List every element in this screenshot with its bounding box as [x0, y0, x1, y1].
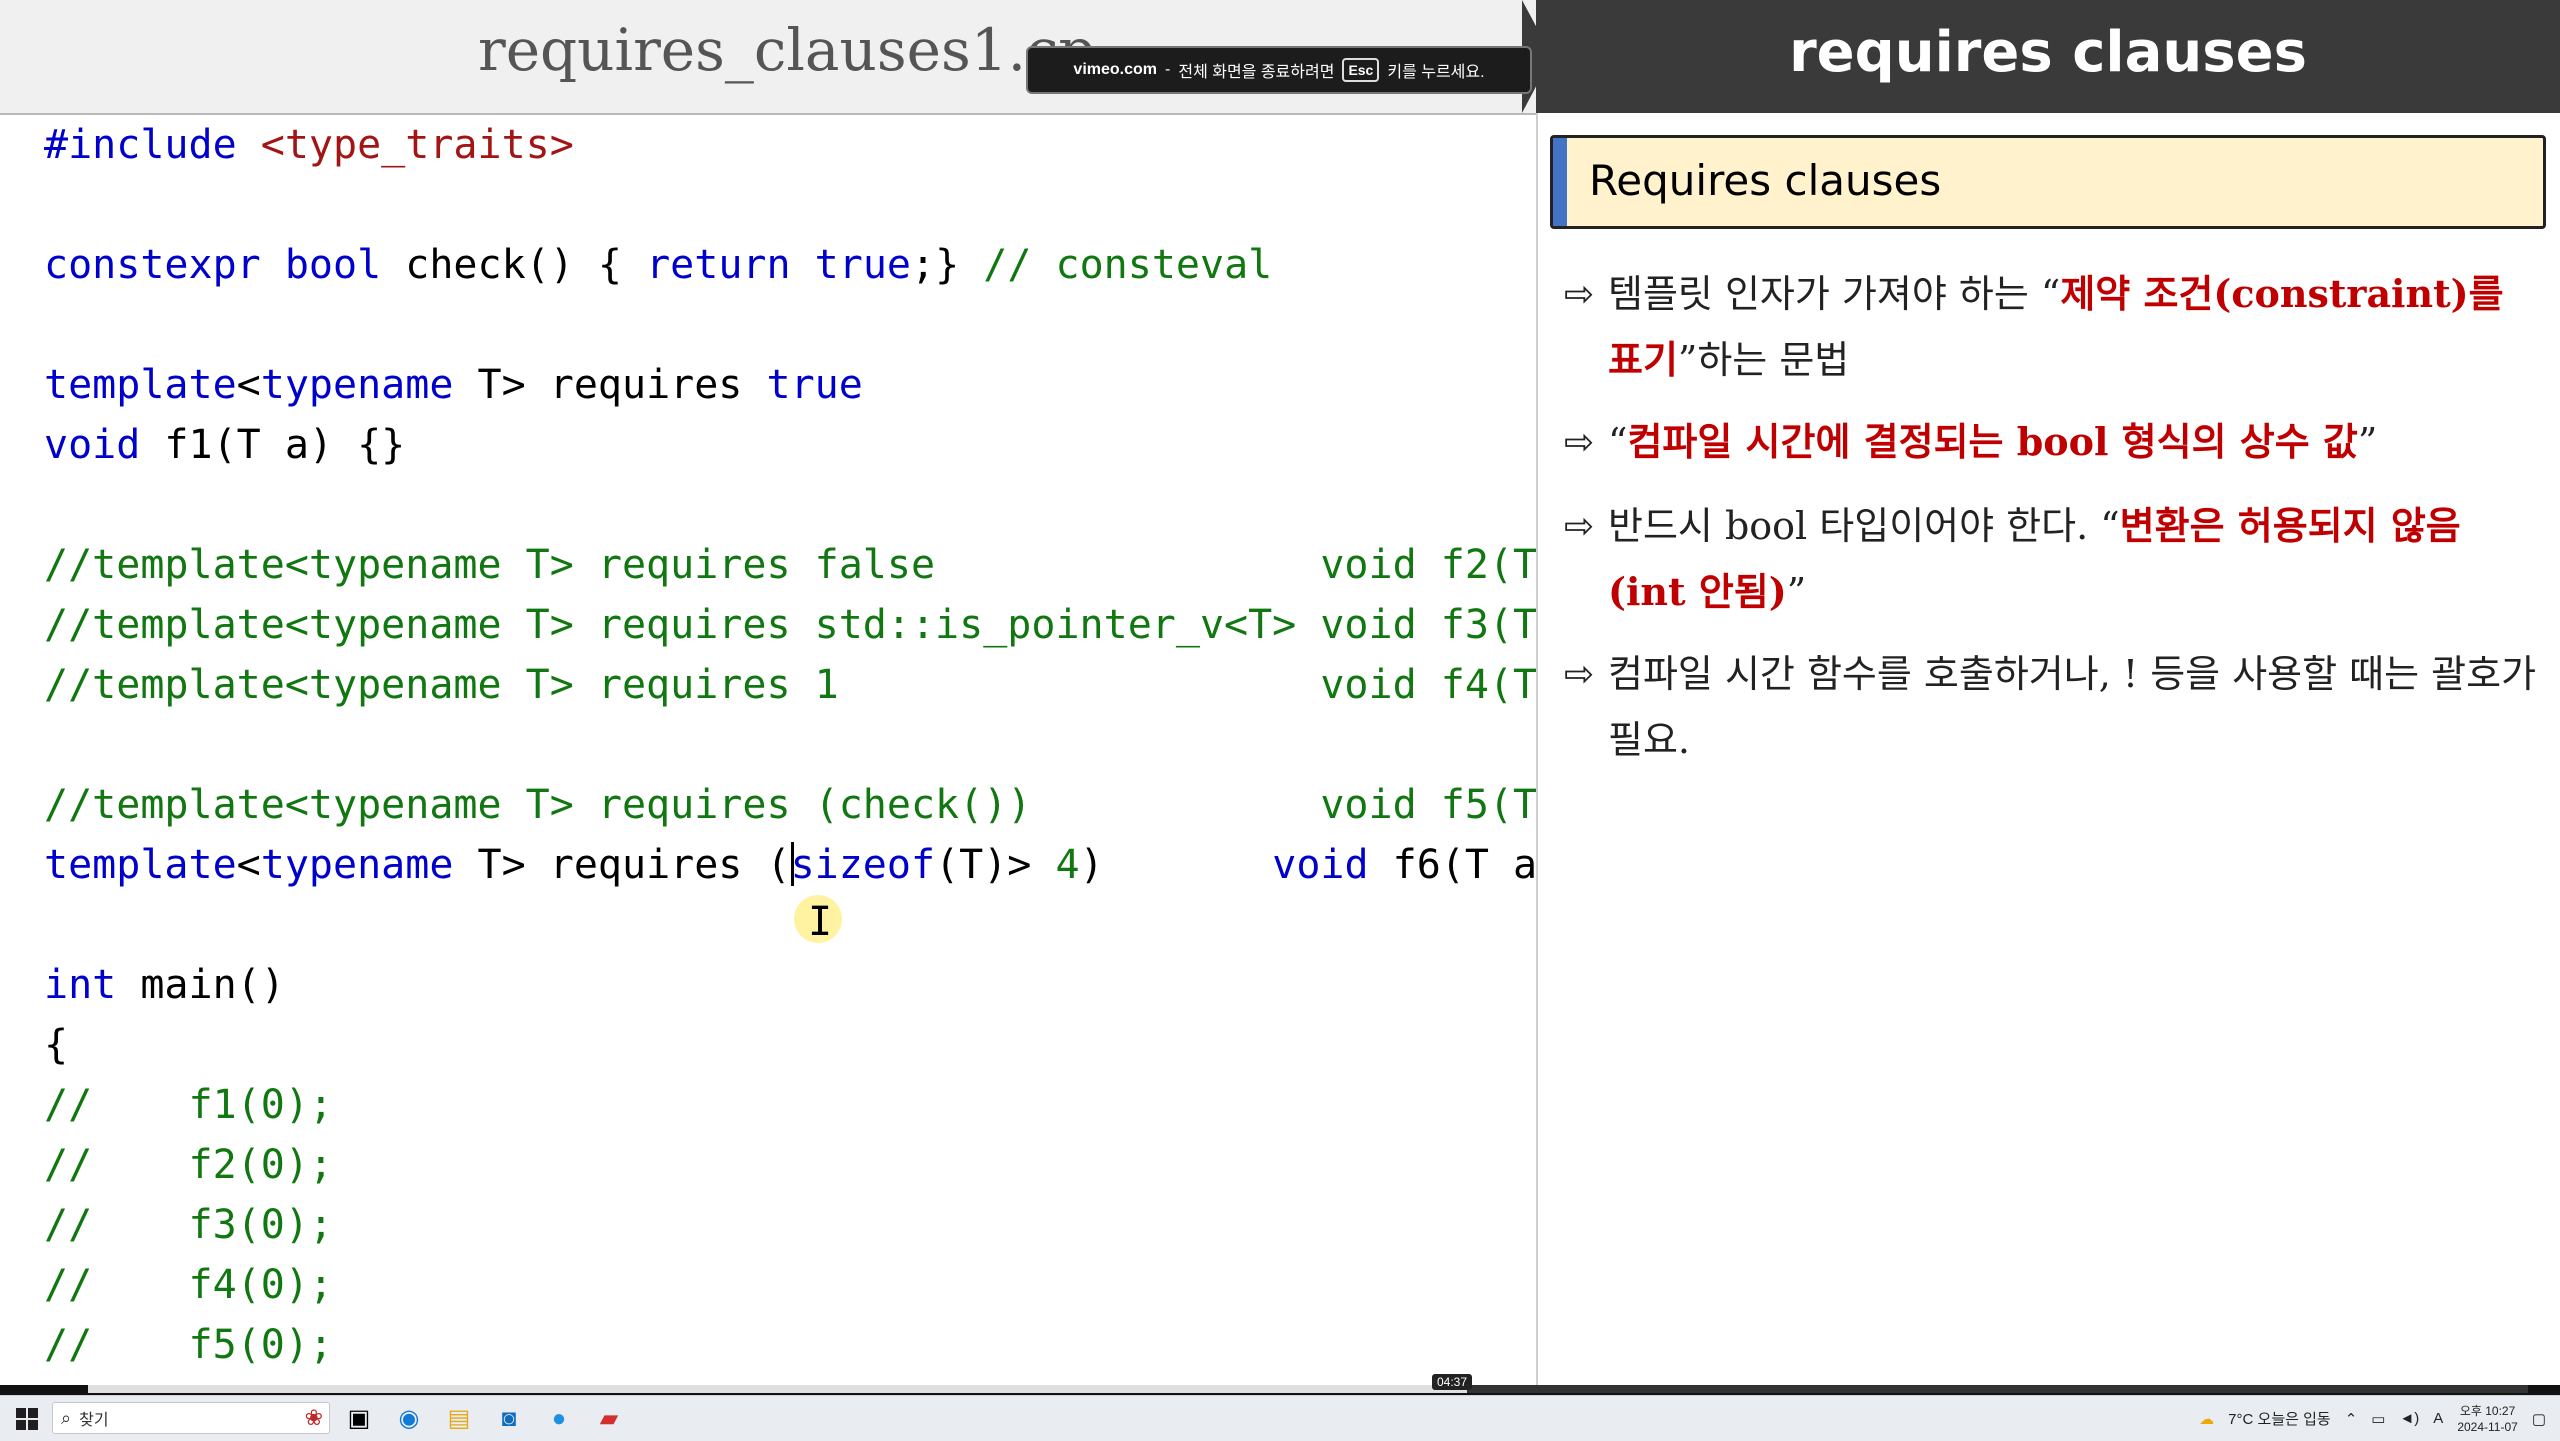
code-line-main: int main()	[44, 962, 285, 1008]
notification-icon[interactable]: ▢	[2532, 1410, 2546, 1428]
start-button[interactable]	[10, 1396, 44, 1441]
code-line-call-f2: // f2(0);	[44, 1142, 333, 1188]
search-icon: ⌕	[61, 1407, 72, 1428]
clock[interactable]: 오후 10:27 2024-11-07	[2457, 1403, 2518, 1435]
video-time-tooltip: 04:37	[1432, 1374, 1473, 1390]
vimeo-site-label: vimeo.com	[1073, 61, 1158, 78]
slide-bullet-1: ⇨ 템플릿 인자가 가져야 하는 “제약 조건(constraint)를 표기”…	[1564, 261, 2544, 393]
progress-fill	[88, 1385, 1467, 1393]
code-line-include: #include <type_traits>	[44, 122, 574, 168]
code-line-f4-comment: //template<typename T> requires 1 void f…	[44, 662, 1536, 708]
outlook-icon[interactable]: ◙	[486, 1396, 532, 1441]
search-label: 찾기	[79, 1412, 109, 1429]
progress-track[interactable]	[88, 1385, 2528, 1393]
windows-taskbar: ⌕ 찾기 ❀ ▣ ◉ ▤ ◙ ● ▰ ☁ 7°C 오늘은 입동 ⌃ ▭ ◄) A…	[0, 1395, 2560, 1441]
arrow-bullet-icon: ⇨	[1564, 421, 1595, 462]
volume-icon[interactable]: ◄)	[2399, 1410, 2419, 1427]
code-line-f1: void f1(T a) {}	[44, 422, 406, 468]
slide-bullet-4: ⇨ 컴파일 시간 함수를 호출하거나, ! 등을 사용할 때는 괄호가 필요.	[1564, 641, 2544, 773]
arrow-bullet-icon: ⇨	[1564, 505, 1595, 546]
slide-header: Requires clauses	[1589, 156, 1942, 205]
arrow-bullet-icon: ⇨	[1564, 653, 1595, 694]
code-editor[interactable]: #include <type_traits> constexpr bool ch…	[0, 115, 1536, 1385]
fullscreen-exit-notice: vimeo.com - 전체 화면을 종료하려면 Esc 키를 누르세요.	[1026, 46, 1532, 94]
task-view-icon[interactable]: ▣	[336, 1396, 382, 1441]
notice-text-after: 키를 누르세요.	[1387, 64, 1485, 81]
video-progress-bar[interactable]	[0, 1385, 2560, 1395]
slide-bullet-3: ⇨ 반드시 bool 타입이어야 한다. “변환은 허용되지 않음 (int 안…	[1564, 493, 2544, 625]
code-line-check: constexpr bool check() { return true;} /…	[44, 242, 1273, 288]
code-line-f5-comment: //template<typename T> requires (check()…	[44, 782, 1536, 828]
slide-bullet-2: ⇨ “컴파일 시간에 결정되는 bool 형식의 상수 값”	[1564, 409, 2544, 475]
system-tray: ☁ 7°C 오늘은 입동 ⌃ ▭ ◄) A 오후 10:27 2024-11-0…	[2199, 1396, 2546, 1441]
ime-indicator[interactable]: A	[2433, 1410, 2443, 1427]
code-line-call-f4: // f4(0);	[44, 1262, 333, 1308]
slide-title: requires clauses	[1789, 20, 2307, 85]
code-line-call-f1: // f1(0);	[44, 1082, 333, 1128]
network-icon[interactable]: ▭	[2371, 1410, 2385, 1428]
app-icon[interactable]: ●	[536, 1396, 582, 1441]
search-highlight-decoration-icon: ❀	[304, 1405, 323, 1430]
ibeam-cursor-icon: I	[808, 899, 833, 945]
weather-icon: ☁	[2199, 1410, 2215, 1428]
windows-start-icon	[16, 1407, 38, 1430]
clock-date: 2024-11-07	[2457, 1419, 2518, 1434]
code-line-call-f5: // f5(0);	[44, 1322, 333, 1368]
code-line-open-brace: {	[44, 1022, 69, 1068]
pdf-icon[interactable]: ▰	[586, 1396, 632, 1441]
chevron-up-icon[interactable]: ⌃	[2345, 1410, 2358, 1428]
weather-text[interactable]: 7°C 오늘은 입동	[2228, 1408, 2331, 1429]
esc-key-badge: Esc	[1342, 58, 1380, 82]
code-line-f2-comment: //template<typename T> requires false vo…	[44, 542, 1536, 588]
code-line-template-f1: template<typename T> requires true	[44, 362, 863, 408]
code-line-f3-comment: //template<typename T> requires std::is_…	[44, 602, 1536, 648]
file-title: requires_clauses1.cp	[478, 16, 1096, 84]
code-line-f6: template<typename T> requires (sizeof(T)…	[44, 842, 1536, 888]
notice-text-before: 전체 화면을 종료하려면	[1178, 64, 1335, 81]
edge-icon[interactable]: ◉	[386, 1396, 432, 1441]
slide-panel: Requires clauses ⇨ 템플릿 인자가 가져야 하는 “제약 조건…	[1538, 113, 2560, 1385]
arrow-bullet-icon: ⇨	[1564, 273, 1595, 314]
code-line-call-f3: // f3(0);	[44, 1202, 333, 1248]
slide-title-bar: requires clauses	[1536, 0, 2560, 113]
taskbar-search-box[interactable]: ⌕ 찾기 ❀	[52, 1402, 330, 1434]
slide-header-box: Requires clauses	[1550, 135, 2546, 229]
file-explorer-icon[interactable]: ▤	[436, 1396, 482, 1441]
clock-time: 오후 10:27	[2459, 1403, 2516, 1418]
notice-separator: -	[1165, 61, 1171, 78]
slide-header-accent	[1553, 138, 1567, 226]
